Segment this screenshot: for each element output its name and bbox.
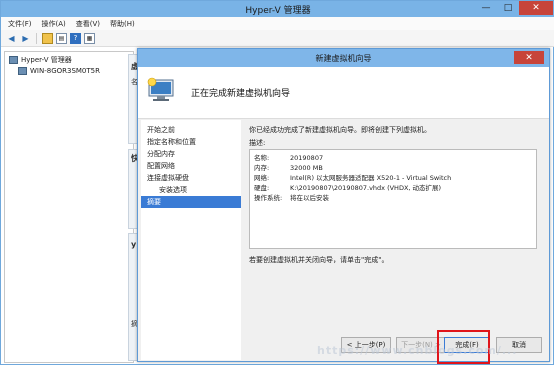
summary-value: Intel(R) 以太网服务器适配器 X520-1 - Virtual Swit…	[290, 174, 452, 182]
help-icon[interactable]: ?	[70, 32, 81, 44]
summary-row: 网络: Intel(R) 以太网服务器适配器 X520-1 - Virtual …	[254, 173, 532, 183]
back-arrow-icon[interactable]: ◀	[6, 33, 17, 44]
virtual-machine-icon	[147, 77, 174, 101]
dialog-header: 正在完成新建虚拟机向导	[138, 67, 549, 119]
console-tree-icon[interactable]: ▤	[56, 32, 67, 44]
summary-key: 内存:	[254, 164, 270, 172]
finish-note: 若要创建虚拟机并关闭向导，请单击"完成"。	[249, 256, 389, 264]
summary-key: 网络:	[254, 174, 270, 182]
toolbar: ◀ ▶ ▤ ? ▦	[1, 30, 554, 47]
dialog-title: 新建虚拟机向导	[315, 54, 372, 63]
wizard-content: 你已经成功完成了新建虚拟机向导。即将创建下列虚拟机。 描述: 名称: 20190…	[245, 120, 547, 320]
dialog-title-bar: 新建虚拟机向导 ✕	[138, 49, 549, 67]
details-heading: y	[131, 240, 137, 249]
tree-server-label: WIN-8GOR3SM0T5R	[30, 66, 100, 75]
window-title: Hyper-V 管理器	[245, 6, 311, 16]
menu-bar: 文件(F) 操作(A) 查看(V) 帮助(H)	[1, 17, 554, 30]
maximize-button[interactable]: □	[497, 1, 519, 15]
menu-help[interactable]: 帮助(H)	[110, 19, 135, 29]
step-install-options[interactable]: 安装选项	[141, 184, 241, 196]
intro-text: 你已经成功完成了新建虚拟机向导。即将创建下列虚拟机。	[249, 126, 431, 134]
summary-value: 20190807	[290, 154, 324, 162]
close-button[interactable]: ✕	[519, 1, 553, 15]
summary-key: 操作系统:	[254, 194, 283, 202]
step-connect-vhd[interactable]: 连接虚拟硬盘	[141, 172, 241, 184]
main-title-bar: Hyper-V 管理器 — □ ✕	[1, 1, 554, 17]
step-configure-network[interactable]: 配置网络	[141, 160, 241, 172]
forward-arrow-icon[interactable]: ▶	[20, 33, 31, 44]
summary-box[interactable]: 名称: 20190807 内存: 32000 MB 网络: Intel(R) 以…	[249, 149, 537, 249]
menu-action[interactable]: 操作(A)	[42, 19, 66, 29]
toolbar-separator	[36, 32, 37, 44]
folder-icon[interactable]	[42, 32, 53, 44]
summary-key: 名称:	[254, 154, 270, 162]
console-tree: Hyper-V 管理器 WIN-8GOR3SM0T5R	[4, 51, 134, 363]
summary-row: 硬盘: K:\20190807\20190807.vhdx (VHDX, 动态扩…	[254, 183, 532, 193]
step-name-location[interactable]: 指定名称和位置	[141, 136, 241, 148]
new-vm-wizard-dialog: 新建虚拟机向导 ✕ 正在完成新建虚拟机向导 开始之前 指定名称和位置 分配内存 …	[137, 48, 550, 362]
properties-icon[interactable]: ▦	[84, 32, 95, 44]
watermark: https://www.cnblogs.com/...	[317, 344, 518, 357]
tree-root-label: Hyper-V 管理器	[21, 55, 72, 64]
step-before-you-begin[interactable]: 开始之前	[141, 124, 241, 136]
wizard-steps: 开始之前 指定名称和位置 分配内存 配置网络 连接虚拟硬盘 安装选项 摘要	[141, 120, 241, 360]
tree-item-root[interactable]: Hyper-V 管理器	[9, 54, 129, 65]
step-summary[interactable]: 摘要	[141, 196, 241, 208]
menu-file[interactable]: 文件(F)	[8, 19, 32, 29]
tree-item-server[interactable]: WIN-8GOR3SM0T5R	[9, 65, 129, 76]
step-assign-memory[interactable]: 分配内存	[141, 148, 241, 160]
hyperv-icon	[9, 55, 18, 64]
summary-row: 内存: 32000 MB	[254, 163, 532, 173]
minimize-button[interactable]: —	[475, 1, 497, 15]
server-icon	[18, 66, 27, 75]
menu-view[interactable]: 查看(V)	[76, 19, 100, 29]
summary-value: 32000 MB	[290, 164, 323, 172]
dialog-close-button[interactable]: ✕	[514, 51, 544, 64]
summary-value: 将在以后安装	[290, 194, 329, 202]
wizard-heading: 正在完成新建虚拟机向导	[191, 89, 291, 99]
summary-value: K:\20190807\20190807.vhdx (VHDX, 动态扩展)	[290, 184, 442, 192]
summary-row: 名称: 20190807	[254, 153, 532, 163]
summary-row: 操作系统: 将在以后安装	[254, 193, 532, 203]
summary-key: 硬盘:	[254, 184, 270, 192]
description-label: 描述:	[249, 139, 266, 147]
